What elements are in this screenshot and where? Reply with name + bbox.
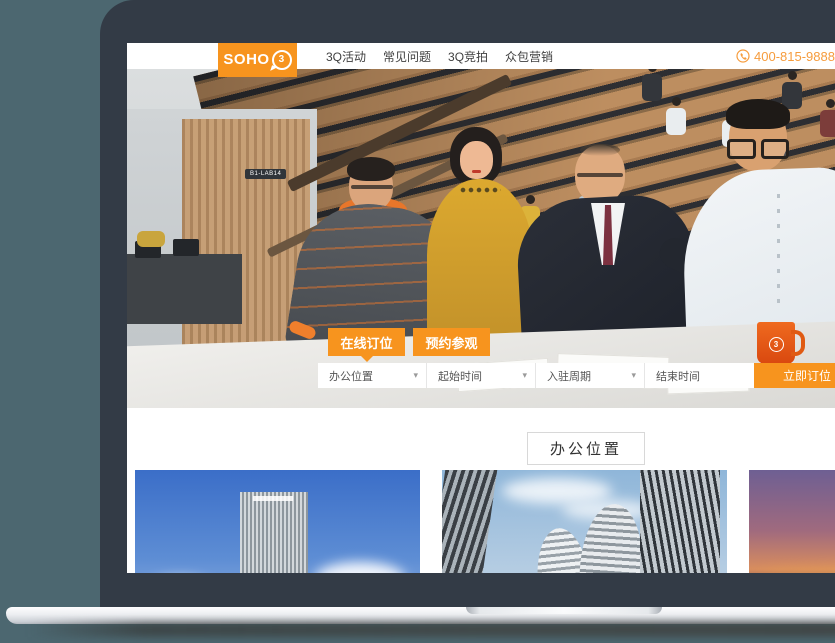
location-cards (135, 470, 835, 573)
nav-item-activities[interactable]: 3Q活动 (326, 48, 366, 65)
booking-field-period[interactable]: 入驻周期 ▾ (536, 363, 645, 388)
building-facade-illustration (640, 470, 720, 573)
office-locations-section: 办公位置 (127, 408, 835, 573)
booking-field-label: 入驻周期 (547, 368, 591, 384)
hero-image: B1-LAB14 (127, 69, 835, 408)
booking-field-label: 起始时间 (438, 368, 482, 384)
booking-field-label: 办公位置 (329, 368, 373, 384)
header-phone[interactable]: 400-815-9888 (736, 43, 835, 69)
phone-icon (736, 49, 750, 63)
skyscraper-signage (253, 496, 293, 501)
orange-mug: 3 (757, 322, 795, 364)
chevron-down-icon: ▾ (631, 370, 636, 381)
glasses-icon (727, 139, 789, 155)
booking-field-start-time[interactable]: 起始时间 ▾ (427, 363, 536, 388)
background-person (817, 99, 835, 145)
location-card-dusk-skyline[interactable] (749, 470, 835, 573)
hero-yellow-chair (137, 231, 165, 247)
page-background: 3Q活动 常见问题 3Q竞拍 众包营销 400-815-9888 SOHO 3 (0, 0, 835, 643)
chevron-down-icon: ▾ (413, 370, 418, 381)
location-card-blue-sky-tower[interactable] (135, 470, 420, 573)
tab-visit-appointment[interactable]: 预约参观 (413, 328, 490, 356)
laptop-shadow (28, 622, 835, 637)
laptop-screen-content: 3Q活动 常见问题 3Q竞拍 众包营销 400-815-9888 SOHO 3 (127, 43, 835, 573)
booking-bar: 办公位置 ▾ 起始时间 ▾ 入驻周期 ▾ 结束时间 立即订位 (318, 363, 835, 388)
nav-item-crowd-marketing[interactable]: 众包营销 (505, 48, 553, 65)
monitor-icon (173, 239, 199, 256)
city-lights-glow (759, 568, 835, 573)
tab-online-booking[interactable]: 在线订位 (328, 328, 405, 356)
booking-submit-button[interactable]: 立即订位 (754, 363, 835, 388)
main-nav: 3Q活动 常见问题 3Q竞拍 众包营销 (326, 43, 553, 69)
background-person (663, 97, 689, 143)
nav-item-auction[interactable]: 3Q竞拍 (448, 48, 488, 65)
nav-item-faq[interactable]: 常见问题 (383, 48, 431, 65)
phone-number: 400-815-9888 (754, 49, 835, 64)
hero-tabs: 在线订位 预约参观 (328, 328, 490, 356)
background-person (639, 69, 665, 109)
booking-field-location[interactable]: 办公位置 ▾ (318, 363, 427, 388)
cloud-icon (315, 562, 405, 573)
building-facade-illustration (442, 470, 497, 573)
section-title: 办公位置 (527, 432, 645, 465)
logo-3q-badge-icon: 3 (272, 50, 292, 70)
room-sign: B1-LAB14 (245, 169, 286, 179)
booking-field-end-time[interactable]: 结束时间 (645, 363, 754, 388)
laptop-lid-groove (466, 607, 662, 614)
booking-field-label: 结束时间 (656, 368, 700, 384)
location-card-curved-towers[interactable] (442, 470, 727, 573)
chevron-down-icon: ▾ (522, 370, 527, 381)
hero-desk (127, 254, 242, 324)
logo-text: SOHO (223, 51, 269, 68)
skyscraper-illustration (240, 492, 308, 573)
logo[interactable]: SOHO 3 (218, 43, 297, 77)
